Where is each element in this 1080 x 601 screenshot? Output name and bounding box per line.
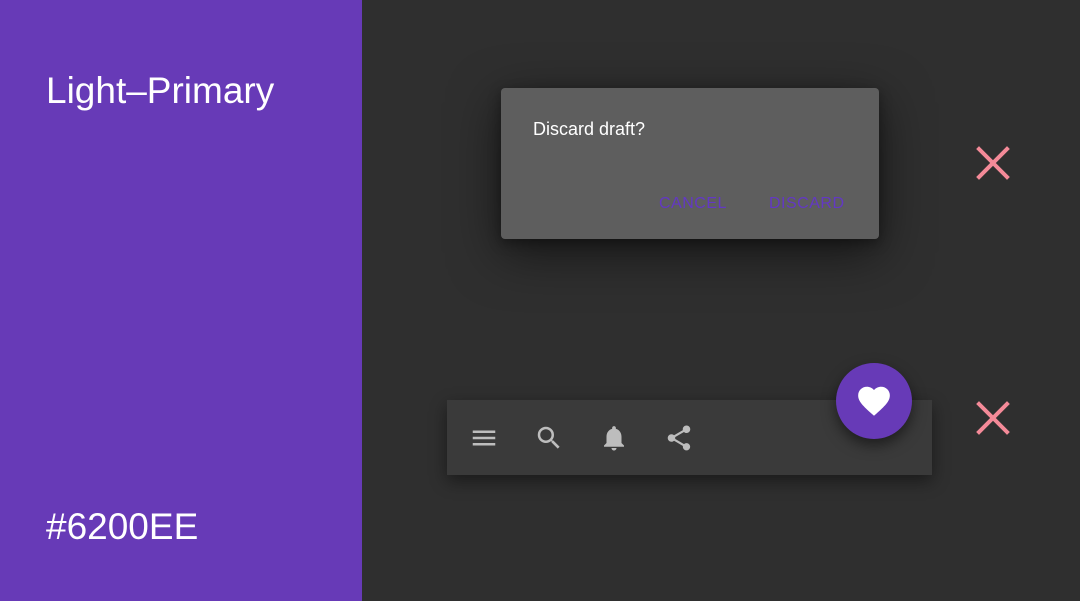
share-icon[interactable] bbox=[664, 423, 694, 453]
x-mark-icon bbox=[974, 144, 1012, 182]
x-mark-icon bbox=[974, 399, 1012, 437]
favorite-fab[interactable] bbox=[836, 363, 912, 439]
menu-icon[interactable] bbox=[469, 423, 499, 453]
swatch-name: Light–Primary bbox=[46, 70, 275, 111]
dialog-title: Discard draft? bbox=[533, 119, 646, 139]
bell-icon[interactable] bbox=[599, 423, 629, 453]
swatch-hex-code: #6200EE bbox=[46, 506, 199, 547]
discard-dialog: Discard draft? CANCEL DISCARD bbox=[501, 88, 879, 239]
discard-button[interactable]: DISCARD bbox=[769, 195, 845, 213]
screen: Light–Primary #6200EE Discard draft? CAN… bbox=[0, 0, 1080, 601]
demo-area: Discard draft? CANCEL DISCARD bbox=[362, 0, 1080, 601]
cancel-button[interactable]: CANCEL bbox=[659, 195, 727, 213]
color-swatch-panel: Light–Primary #6200EE bbox=[0, 0, 362, 601]
search-icon[interactable] bbox=[534, 423, 564, 453]
heart-icon bbox=[858, 386, 890, 416]
